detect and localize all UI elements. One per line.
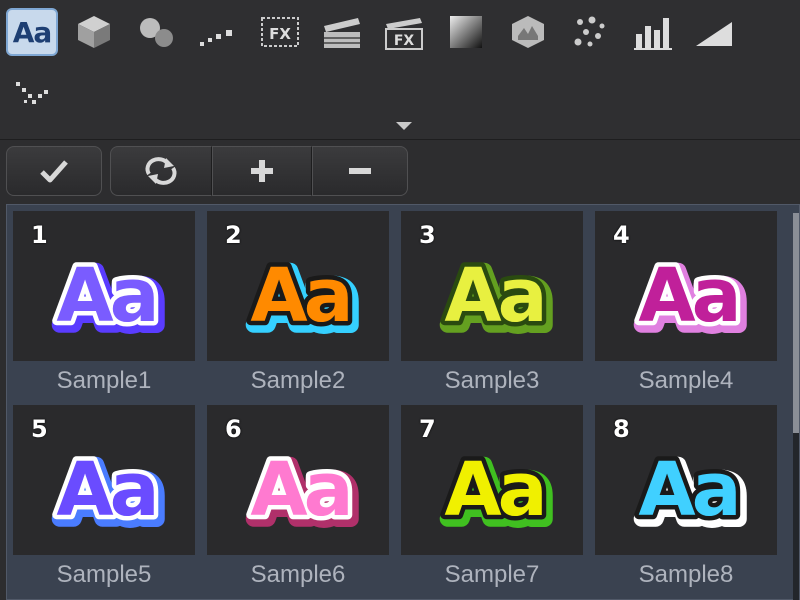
sample-number: 5 bbox=[31, 415, 48, 443]
palette-button-spheres[interactable] bbox=[130, 8, 182, 56]
sample-tile[interactable]: Aa Aa Aa 5 Sample5 bbox=[13, 405, 195, 591]
sample-number: 4 bbox=[613, 221, 630, 249]
sample-label: Sample4 bbox=[638, 367, 734, 394]
palette-button-bar-chart[interactable] bbox=[626, 8, 678, 56]
palette-button-cube[interactable] bbox=[68, 8, 120, 56]
sample-number: 6 bbox=[225, 415, 242, 443]
checkmark-icon bbox=[40, 160, 68, 183]
sample-text-preview: AaAaAa bbox=[245, 249, 364, 350]
samples-scrollbar-thumb[interactable] bbox=[793, 213, 799, 433]
sample-thumbnail: Aa Aa Aa 8 bbox=[595, 405, 777, 555]
sample-text-layer: Aa bbox=[250, 253, 349, 339]
svg-text:FX: FX bbox=[269, 25, 291, 43]
palette-row-1: Aa FX FX bbox=[6, 8, 740, 56]
action-button-bar bbox=[6, 146, 408, 196]
sample-tile[interactable]: Aa Aa Aa 8 Sample8 bbox=[595, 405, 777, 591]
palette-button-wedge[interactable] bbox=[688, 8, 740, 56]
sample-text-layer: Aa bbox=[444, 447, 543, 533]
palette-row-2 bbox=[6, 70, 58, 118]
sample-number: 2 bbox=[225, 221, 242, 249]
sample-label: Sample8 bbox=[638, 561, 734, 588]
sample-label: Sample2 bbox=[250, 367, 346, 394]
sample-label: Sample6 bbox=[250, 561, 346, 588]
sample-number: 3 bbox=[419, 221, 436, 249]
refresh-icon bbox=[145, 157, 177, 185]
effect-palette: Aa FX FX bbox=[0, 0, 800, 140]
sample-tile[interactable]: Aa Aa Aa 2 Sample2 bbox=[207, 211, 389, 397]
sample-number: 1 bbox=[31, 221, 48, 249]
sample-text-preview: AaAaAa bbox=[439, 443, 558, 544]
sample-text-preview: AaAaAa bbox=[245, 443, 364, 544]
cube-icon bbox=[78, 16, 110, 48]
palette-button-dotted-line[interactable] bbox=[192, 8, 244, 56]
sample-text-preview: AaAaAa bbox=[633, 249, 752, 350]
palette-button-gem-box[interactable] bbox=[502, 8, 554, 56]
palette-dropdown-arrow[interactable] bbox=[396, 122, 412, 130]
sample-tile[interactable]: Aa Aa Aa 7 Sample7 bbox=[401, 405, 583, 591]
wedge-icon bbox=[696, 22, 732, 46]
sample-thumbnail: Aa Aa Aa 5 bbox=[13, 405, 195, 555]
plus-icon bbox=[251, 160, 273, 182]
remove-button[interactable] bbox=[312, 146, 408, 196]
sample-thumbnail: Aa Aa Aa 1 bbox=[13, 211, 195, 361]
sample-text-preview: AaAaAa bbox=[633, 443, 752, 544]
dotted-line-icon bbox=[200, 30, 232, 46]
spheres-icon bbox=[140, 18, 173, 47]
sample-number: 8 bbox=[613, 415, 630, 443]
text-style-icon: Aa bbox=[12, 15, 53, 49]
sample-text-preview: AaAaAa bbox=[439, 249, 558, 350]
dots-cluster-icon bbox=[574, 16, 605, 47]
palette-button-clapperboard[interactable] bbox=[316, 8, 368, 56]
sample-text-layer: Aa bbox=[638, 447, 737, 533]
sample-text-layer: Aa bbox=[56, 253, 155, 339]
dotted-v-icon bbox=[16, 82, 48, 104]
sample-thumbnail: Aa Aa Aa 4 bbox=[595, 211, 777, 361]
palette-button-dotted-v[interactable] bbox=[6, 70, 58, 118]
sample-tile[interactable]: Aa Aa Aa 1 Sample1 bbox=[13, 211, 195, 397]
sample-text-layer: Aa bbox=[444, 253, 543, 339]
gem-box-icon bbox=[512, 16, 544, 48]
sample-label: Sample1 bbox=[56, 367, 152, 394]
fx-clapper-icon: FX bbox=[385, 18, 423, 50]
sample-text-layer: Aa bbox=[638, 253, 737, 339]
sample-thumbnail: Aa Aa Aa 7 bbox=[401, 405, 583, 555]
palette-button-gradient[interactable] bbox=[440, 8, 492, 56]
samples-grid: Aa Aa Aa 1 Sample1 Aa Aa Aa 2 Sample2 Aa Aa Aa 3 Sampl… bbox=[6, 204, 800, 600]
sample-tile[interactable]: Aa Aa Aa 6 Sample6 bbox=[207, 405, 389, 591]
sample-label: Sample7 bbox=[444, 561, 540, 588]
sample-label: Sample5 bbox=[56, 561, 152, 588]
palette-button-fx-frame[interactable]: FX bbox=[254, 8, 306, 56]
sample-tile[interactable]: Aa Aa Aa 4 Sample4 bbox=[595, 211, 777, 397]
sample-text-preview: AaAaAa bbox=[51, 443, 170, 544]
sample-number: 7 bbox=[419, 415, 436, 443]
clapperboard-icon bbox=[324, 18, 360, 48]
sample-label: Sample3 bbox=[444, 367, 540, 394]
gradient-square-icon bbox=[450, 16, 482, 48]
palette-button-dots-cluster[interactable] bbox=[564, 8, 616, 56]
refresh-button[interactable] bbox=[110, 146, 212, 196]
sample-text-preview: AaAaAa bbox=[51, 249, 170, 350]
sample-text-layer: Aa bbox=[250, 447, 349, 533]
svg-text:FX: FX bbox=[394, 33, 415, 49]
apply-button[interactable] bbox=[6, 146, 102, 196]
sample-thumbnail: Aa Aa Aa 3 bbox=[401, 211, 583, 361]
palette-button-text-style[interactable]: Aa bbox=[6, 8, 58, 56]
sample-thumbnail: Aa Aa Aa 2 bbox=[207, 211, 389, 361]
bar-chart-icon bbox=[634, 18, 672, 50]
palette-button-fx-clapper[interactable]: FX bbox=[378, 8, 430, 56]
sample-thumbnail: Aa Aa Aa 6 bbox=[207, 405, 389, 555]
sample-tile[interactable]: Aa Aa Aa 3 Sample3 bbox=[401, 211, 583, 397]
fx-frame-icon: FX bbox=[261, 17, 299, 47]
sample-text-layer: Aa bbox=[56, 447, 155, 533]
add-button[interactable] bbox=[212, 146, 312, 196]
minus-icon bbox=[349, 168, 371, 174]
